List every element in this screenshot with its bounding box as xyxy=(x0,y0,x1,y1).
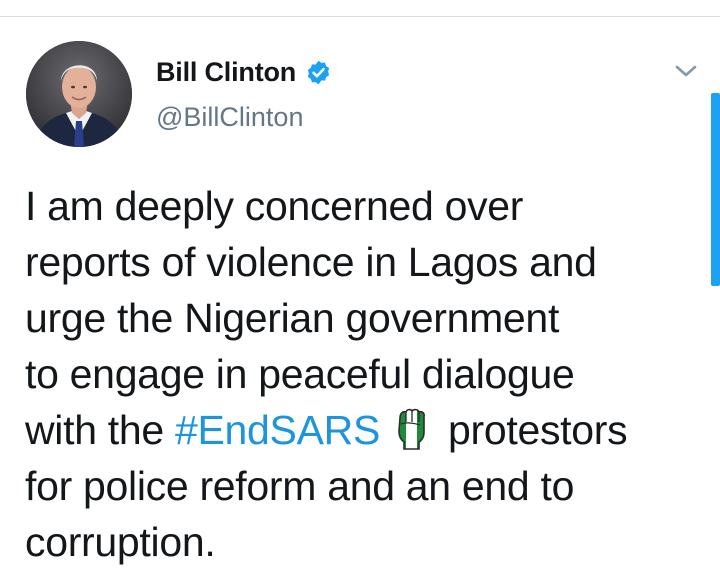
tweet-line: to engage in peaceful dialogue xyxy=(25,351,575,397)
tweet-text: I am deeply concerned over reports of vi… xyxy=(25,178,705,570)
top-divider xyxy=(0,16,720,17)
scrollbar[interactable] xyxy=(711,93,720,286)
tweet-text-segment: protestors xyxy=(448,407,628,453)
verified-badge-icon xyxy=(305,59,332,86)
tweet-line: reports of violence in Lagos and xyxy=(25,239,597,285)
display-name-row[interactable]: Bill Clinton xyxy=(156,54,332,90)
tweet-text-segment: with the xyxy=(25,407,175,453)
tweet-line: urge the Nigerian government xyxy=(25,295,560,341)
tweet-view: Bill Clinton @BillClinton I am deeply co… xyxy=(0,0,720,578)
hashtag-link[interactable]: #EndSARS xyxy=(175,407,380,453)
chevron-down-icon[interactable] xyxy=(673,60,699,82)
display-name[interactable]: Bill Clinton xyxy=(156,57,296,88)
avatar[interactable] xyxy=(26,41,132,147)
tweet-line: corruption. xyxy=(25,519,216,565)
tweet-line-hashtag: with the #EndSARS protestors xyxy=(25,402,705,458)
raised-fist-emoji-icon xyxy=(394,408,428,450)
user-handle[interactable]: @BillClinton xyxy=(156,102,303,133)
tweet-line: for police reform and an end to xyxy=(25,463,575,509)
tweet-line: I am deeply concerned over xyxy=(25,183,524,229)
